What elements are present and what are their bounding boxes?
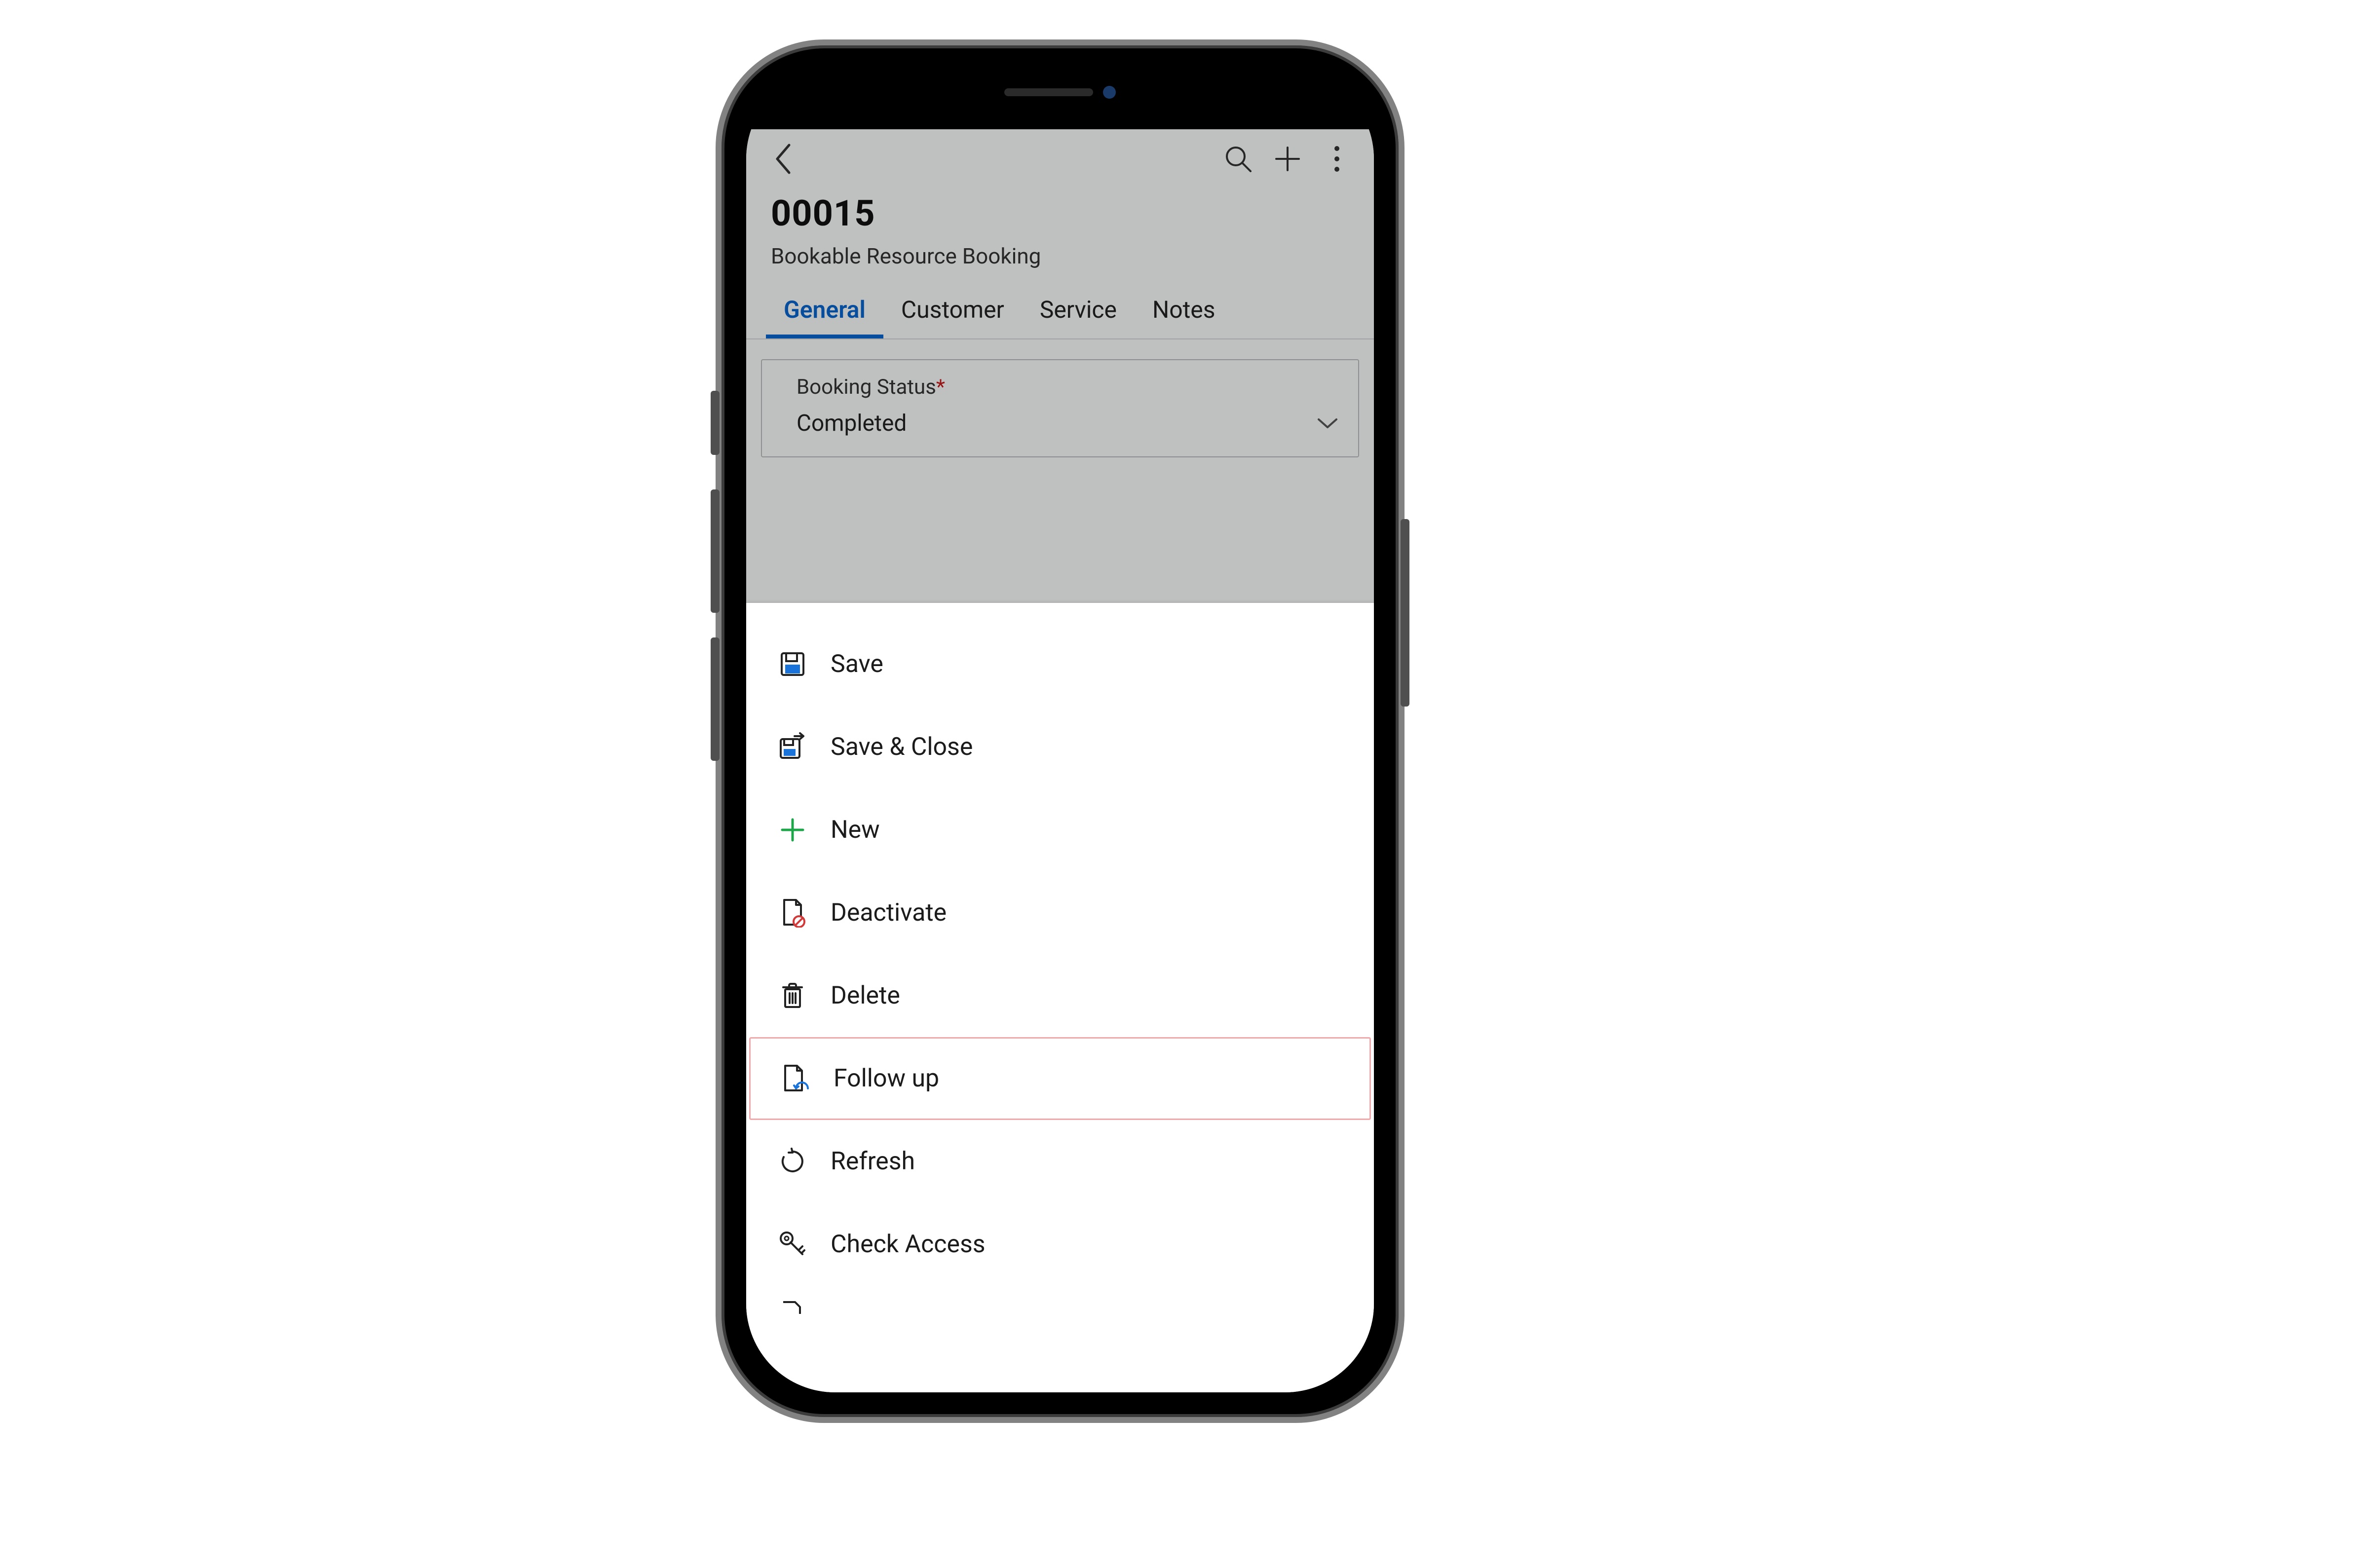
booking-status-value: Completed	[797, 410, 907, 437]
phone-mute-switch	[711, 391, 720, 455]
search-button[interactable]	[1221, 142, 1255, 176]
app-top-bar	[746, 129, 1374, 188]
action-follow-up-label: Follow up	[834, 1064, 1340, 1093]
phone-power-button	[1401, 519, 1409, 707]
followup-icon	[780, 1063, 811, 1094]
deactivate-icon	[777, 897, 808, 928]
tab-customer[interactable]: Customer	[883, 284, 1022, 338]
action-delete[interactable]: Delete	[746, 954, 1374, 1037]
phone-speaker	[1004, 88, 1093, 96]
action-check-access-label: Check Access	[831, 1230, 1343, 1259]
action-save-label: Save	[831, 650, 1343, 678]
phone-volume-down	[711, 637, 720, 761]
save-close-icon	[777, 732, 808, 762]
phone-front-camera	[1103, 86, 1116, 99]
phone-device-frame: 00015 Bookable Resource Booking General …	[716, 39, 1405, 1423]
cutoff-item-icon	[777, 1292, 808, 1315]
action-sheet: Save Save & Close	[746, 603, 1374, 1392]
phone-screen-bezel: 00015 Bookable Resource Booking General …	[746, 70, 1374, 1392]
action-deactivate-label: Deactivate	[831, 898, 1343, 927]
action-save-close-label: Save & Close	[831, 733, 1343, 761]
booking-status-field[interactable]: Completed	[797, 410, 1338, 437]
required-marker: *	[936, 375, 945, 399]
action-refresh-label: Refresh	[831, 1147, 1343, 1176]
action-deactivate[interactable]: Deactivate	[746, 871, 1374, 954]
search-icon	[1224, 145, 1253, 173]
phone-volume-up	[711, 489, 720, 613]
action-cutoff-item[interactable]	[746, 1286, 1374, 1315]
tab-service[interactable]: Service	[1022, 284, 1135, 338]
booking-status-card: Booking Status* Completed	[761, 359, 1359, 457]
more-icon	[1333, 145, 1341, 173]
booking-status-label: Booking Status*	[797, 375, 1338, 399]
action-new-label: New	[831, 816, 1343, 844]
action-refresh[interactable]: Refresh	[746, 1120, 1374, 1203]
key-icon	[777, 1229, 808, 1260]
action-save-close[interactable]: Save & Close	[746, 706, 1374, 788]
add-icon	[1273, 145, 1302, 173]
action-save[interactable]: Save	[746, 623, 1374, 706]
record-title: 00015	[771, 192, 1349, 234]
chevron-down-icon	[1317, 416, 1338, 430]
save-icon	[777, 649, 808, 679]
refresh-icon	[777, 1146, 808, 1177]
record-entity-type: Bookable Resource Booking	[771, 243, 1349, 269]
record-header: 00015 Bookable Resource Booking	[746, 188, 1374, 284]
phone-notch	[927, 70, 1193, 114]
add-button[interactable]	[1270, 142, 1305, 176]
back-icon	[772, 143, 794, 175]
action-new[interactable]: New	[746, 788, 1374, 871]
action-delete-label: Delete	[831, 981, 1343, 1010]
form-area: Booking Status* Completed	[746, 339, 1374, 457]
record-tabs: General Customer Service Notes	[746, 284, 1374, 339]
tab-general[interactable]: General	[766, 284, 883, 338]
booking-status-label-text: Booking Status	[797, 375, 936, 399]
more-button[interactable]	[1320, 142, 1354, 176]
tab-notes[interactable]: Notes	[1135, 284, 1233, 338]
action-follow-up[interactable]: Follow up	[749, 1037, 1371, 1120]
plus-icon	[777, 815, 808, 845]
action-check-access[interactable]: Check Access	[746, 1203, 1374, 1286]
app-screen: 00015 Bookable Resource Booking General …	[746, 129, 1374, 1392]
trash-icon	[777, 980, 808, 1011]
back-button[interactable]	[766, 142, 800, 176]
